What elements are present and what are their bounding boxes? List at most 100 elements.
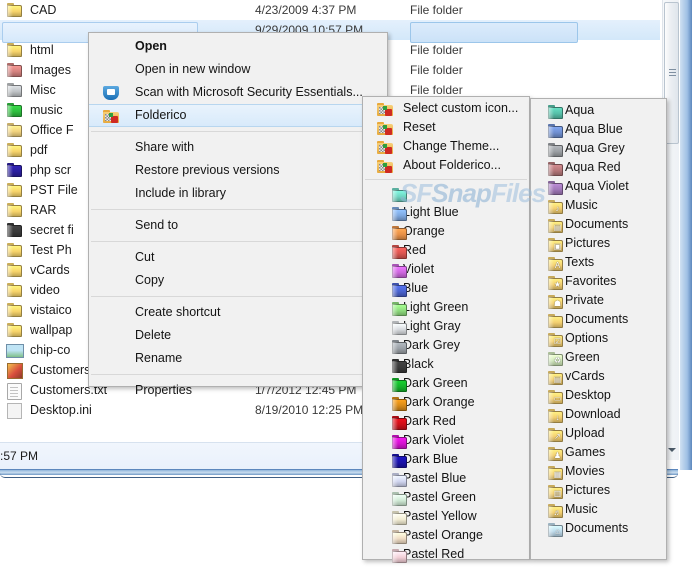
themed-item-music[interactable]: ♬ Music: [531, 500, 666, 519]
submenu-item-select-custom-icon[interactable]: Select custom icon...: [363, 99, 529, 118]
menu-separator: [91, 374, 385, 375]
folder-overlay-glyph: ☗: [553, 299, 562, 308]
menu-item-properties[interactable]: Properties: [89, 379, 387, 402]
color-item-pastel-yellow[interactable]: Pastel Yellow: [363, 507, 529, 526]
color-item-dark-violet[interactable]: Dark Violet: [363, 431, 529, 450]
color-item-pastel-green[interactable]: Pastel Green: [363, 488, 529, 507]
folder-gloss: [392, 266, 398, 278]
submenu-item-about-folderico[interactable]: About Folderico...: [363, 156, 529, 175]
color-item-violet[interactable]: Violet: [363, 260, 529, 279]
menu-item-create-shortcut[interactable]: Create shortcut: [89, 301, 387, 324]
color-item-pastel-red[interactable]: Pastel Red: [363, 545, 529, 564]
menu-item-rename[interactable]: Rename: [89, 347, 387, 370]
folderico-icon: [377, 160, 393, 173]
color-item-dark-grey[interactable]: Dark Grey: [363, 336, 529, 355]
submenu-item-reset[interactable]: Reset: [363, 118, 529, 137]
menu-item-include-in-library[interactable]: Include in library: [89, 182, 387, 205]
color-item-label: Pastel Orange: [403, 528, 483, 542]
file-row[interactable]: CAD 4/23/2009 4:37 PM File folder: [0, 0, 660, 20]
themed-item-desktop[interactable]: ▭ Desktop: [531, 386, 666, 405]
themed-item-favorites[interactable]: ★ Favorites: [531, 272, 666, 291]
menu-item-send-to[interactable]: Send to: [89, 214, 387, 237]
menu-item-scan-with-microsoft-security-essentials[interactable]: Scan with Microsoft Security Essentials.…: [89, 81, 387, 104]
themed-item-music[interactable]: ♪ Music: [531, 196, 666, 215]
themed-item-options[interactable]: ☑ Options: [531, 329, 666, 348]
folderico-themed-submenu[interactable]: Aqua Aqua Blue Aqua Grey Aqua Red Aqua Viole…: [530, 98, 667, 560]
themed-item-label: Movies: [565, 464, 605, 478]
folder-yellow-icon: [6, 302, 23, 318]
themed-item-upload[interactable]: ↗ Upload: [531, 424, 666, 443]
color-item-pastel-blue[interactable]: Pastel Blue: [363, 469, 529, 488]
themed-item-movies[interactable]: ▦ Movies: [531, 462, 666, 481]
color-item-orange[interactable]: Orange: [363, 222, 529, 241]
folder-aqua-grey-icon: [547, 143, 564, 158]
menu-item-cut[interactable]: Cut: [89, 246, 387, 269]
folder-favorites-icon: ★: [547, 276, 564, 291]
color-item-dark-orange[interactable]: Dark Orange: [363, 393, 529, 412]
themed-item-download[interactable]: ↓ Download: [531, 405, 666, 424]
folder-gloss: [7, 205, 13, 217]
folder-yellow-icon: [6, 303, 23, 318]
menu-item-restore-previous-versions[interactable]: Restore previous versions: [89, 159, 387, 182]
folder-gloss: [392, 532, 398, 544]
folder-gloss: [7, 45, 13, 57]
themed-item-games[interactable]: ♟ Games: [531, 443, 666, 462]
folder-pastel-green-icon: [391, 492, 408, 507]
folder-overlay-glyph: ↗: [554, 432, 561, 441]
color-item-red[interactable]: Red: [363, 241, 529, 260]
folder-darkblue-icon: [6, 162, 23, 178]
themed-item-green[interactable]: ♻ Green: [531, 348, 666, 367]
folder-gloss: [548, 107, 554, 119]
themed-item-label: Texts: [565, 255, 595, 269]
menu-item-copy[interactable]: Copy: [89, 269, 387, 292]
folder-download-icon: ↓: [547, 409, 564, 424]
color-item-black[interactable]: Black: [363, 355, 529, 374]
context-menu[interactable]: Open Open in new window Scan with Microsof…: [88, 32, 388, 397]
folderico-submenu[interactable]: Select custom icon... Reset Change Theme..…: [362, 96, 530, 563]
themed-item-documents[interactable]: Documents: [531, 310, 666, 329]
file-type: File folder: [410, 63, 463, 77]
color-item-dark-red[interactable]: Dark Red: [363, 412, 529, 431]
themed-item-aqua[interactable]: Aqua: [531, 101, 666, 120]
themed-item-documents[interactable]: ▤ Documents: [531, 215, 666, 234]
submenu-item-change-theme[interactable]: Change Theme...: [363, 137, 529, 156]
themed-item-pictures[interactable]: ▥ Pictures: [531, 481, 666, 500]
color-item-pastel-orange[interactable]: Pastel Orange: [363, 526, 529, 545]
color-item-label: Light Gray: [403, 319, 461, 333]
themed-item-aqua-blue[interactable]: Aqua Blue: [531, 120, 666, 139]
themed-item-documents[interactable]: ⌂ Documents: [531, 519, 666, 538]
color-item-label: Dark Violet: [403, 433, 464, 447]
color-item-light-gray[interactable]: Light Gray: [363, 317, 529, 336]
themed-item-aqua-red[interactable]: Aqua Red: [531, 158, 666, 177]
themed-item-private[interactable]: ☗ Private: [531, 291, 666, 310]
folder-gloss: [548, 164, 554, 176]
menu-item-share-with[interactable]: Share with: [89, 136, 387, 159]
folder-dark-red-icon: [391, 416, 408, 431]
menu-separator: [91, 131, 385, 132]
menu-item-open[interactable]: Open: [89, 35, 387, 58]
folder-yellow-icon: [6, 142, 23, 158]
themed-item-aqua-violet[interactable]: Aqua Violet: [531, 177, 666, 196]
folderico-icon: [377, 122, 393, 135]
folder-overlay-glyph: ☑: [553, 337, 562, 346]
themed-item-vcards[interactable]: ▤ vCards: [531, 367, 666, 386]
color-item-dark-green[interactable]: Dark Green: [363, 374, 529, 393]
themed-item-aqua-grey[interactable]: Aqua Grey: [531, 139, 666, 158]
color-item-light-blue[interactable]: Light Blue: [363, 203, 529, 222]
menu-item-folderico[interactable]: Folderico: [89, 104, 387, 127]
color-item-unlabeled[interactable]: [363, 184, 529, 203]
folder-aqua-red-icon: [547, 162, 564, 177]
folder-gloss: [392, 551, 398, 563]
menu-item-open-in-new-window[interactable]: Open in new window: [89, 58, 387, 81]
themed-item-label: Desktop: [565, 388, 611, 402]
folder-gloss: [392, 361, 398, 373]
folder-gloss: [7, 65, 13, 77]
color-item-blue[interactable]: Blue: [363, 279, 529, 298]
themed-item-texts[interactable]: A Texts: [531, 253, 666, 272]
color-item-light-green[interactable]: Light Green: [363, 298, 529, 317]
menu-item-delete[interactable]: Delete: [89, 324, 387, 347]
folderico-icon: [103, 109, 119, 123]
themed-item-pictures[interactable]: ▣ Pictures: [531, 234, 666, 253]
color-item-dark-blue[interactable]: Dark Blue: [363, 450, 529, 469]
folder-overlay-glyph: ★: [553, 280, 562, 289]
